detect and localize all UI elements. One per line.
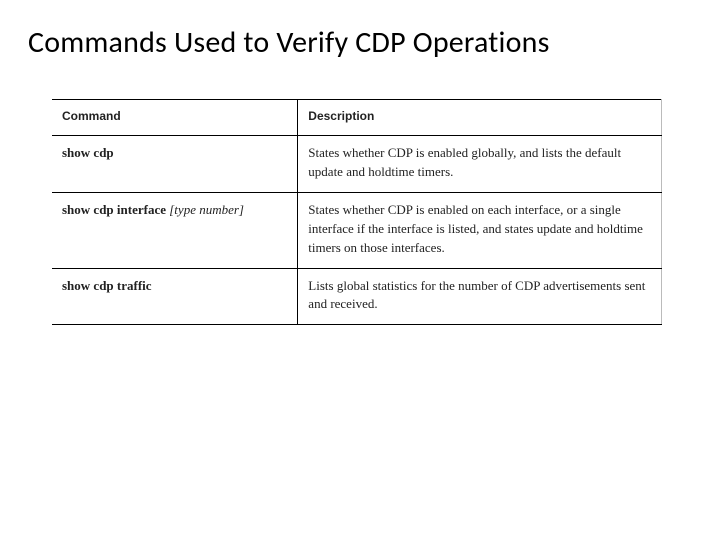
- commands-table: Command Description show cdp States whet…: [52, 99, 662, 325]
- cell-command: show cdp traffic: [52, 268, 298, 325]
- cell-command: show cdp: [52, 136, 298, 193]
- cell-description: Lists global statistics for the number o…: [298, 268, 662, 325]
- cell-description: States whether CDP is enabled globally, …: [298, 136, 662, 193]
- cell-command: show cdp interface [type number]: [52, 193, 298, 269]
- command-name: show cdp: [62, 145, 114, 160]
- command-arg: [type number]: [166, 202, 244, 217]
- col-header-command: Command: [52, 100, 298, 136]
- cell-description: States whether CDP is enabled on each in…: [298, 193, 662, 269]
- col-header-description: Description: [298, 100, 662, 136]
- command-name: show cdp interface: [62, 202, 166, 217]
- slide: Commands Used to Verify CDP Operations C…: [0, 0, 720, 540]
- page-title: Commands Used to Verify CDP Operations: [28, 24, 692, 61]
- table-row: show cdp interface [type number] States …: [52, 193, 662, 269]
- command-name: show cdp traffic: [62, 278, 152, 293]
- table-row: show cdp traffic Lists global statistics…: [52, 268, 662, 325]
- table-header-row: Command Description: [52, 100, 662, 136]
- table-row: show cdp States whether CDP is enabled g…: [52, 136, 662, 193]
